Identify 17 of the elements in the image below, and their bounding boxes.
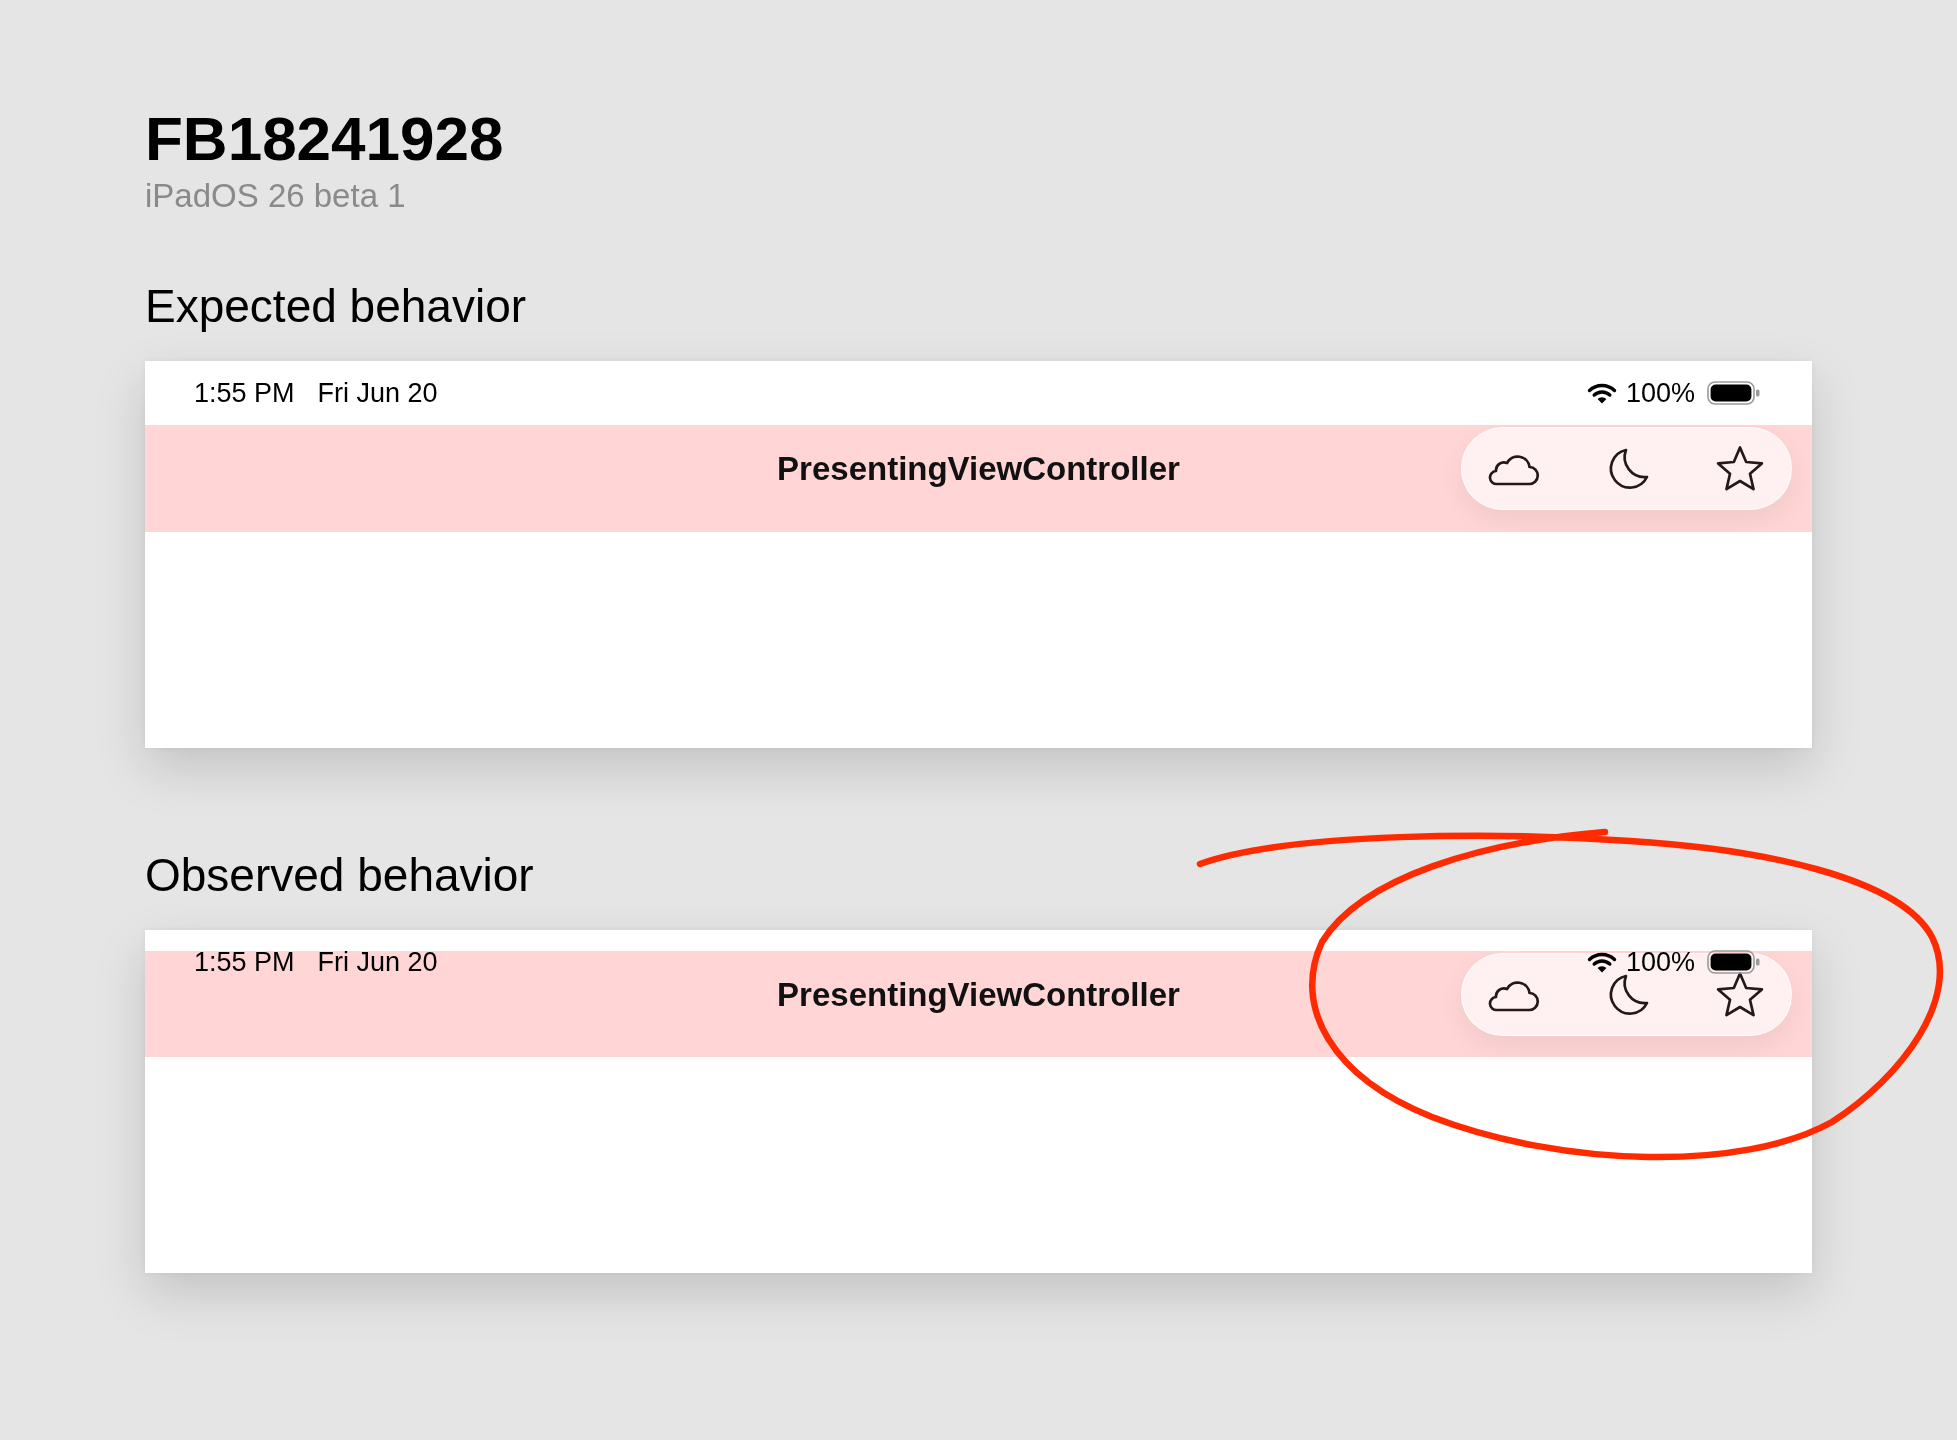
nav-title: PresentingViewController [777,448,1180,489]
battery-icon [1707,950,1760,974]
wifi-icon [1586,382,1617,404]
report-subtitle: iPadOS 26 beta 1 [145,179,406,213]
status-time: 1:55 PM [194,377,295,409]
status-time: 1:55 PM [194,946,295,978]
star-icon[interactable] [1716,445,1764,492]
report-title: FB18241928 [145,108,504,170]
battery-icon [1707,381,1760,405]
status-date: Fri Jun 20 [317,377,438,409]
wifi-icon [1586,951,1617,973]
star-icon[interactable] [1716,971,1764,1018]
nav-title: PresentingViewController [777,974,1180,1015]
section-heading: Observed behavior [145,852,534,898]
battery-percentage: 100% [1625,377,1695,409]
battery-percentage: 100% [1625,946,1695,978]
status-date: Fri Jun 20 [317,946,438,978]
